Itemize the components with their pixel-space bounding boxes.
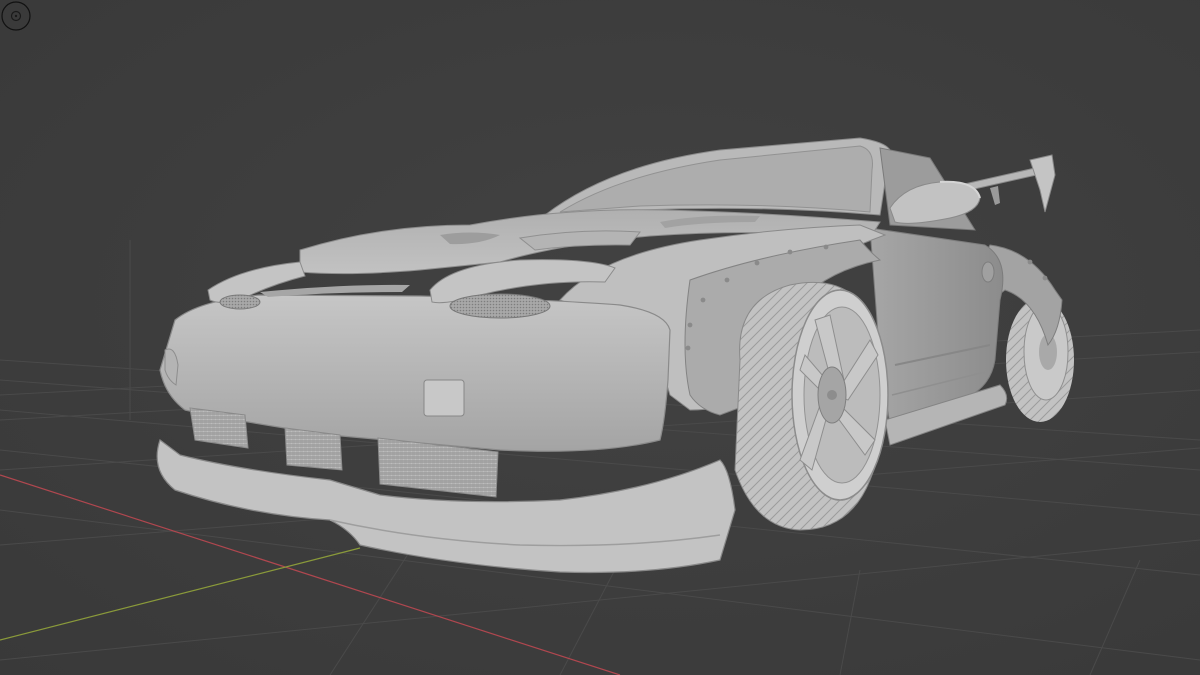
front-wheel[interactable] — [734, 281, 889, 531]
car-model[interactable] — [156, 137, 1074, 574]
3d-viewport[interactable] — [0, 0, 1200, 675]
empty-object-icon[interactable] — [0, 0, 32, 32]
y-axis-line — [0, 547, 361, 641]
intake-center — [284, 427, 343, 471]
scene-canvas[interactable] — [0, 0, 1200, 675]
fuel-door — [981, 261, 995, 283]
intake-left — [189, 407, 249, 449]
fog-light — [423, 379, 465, 417]
